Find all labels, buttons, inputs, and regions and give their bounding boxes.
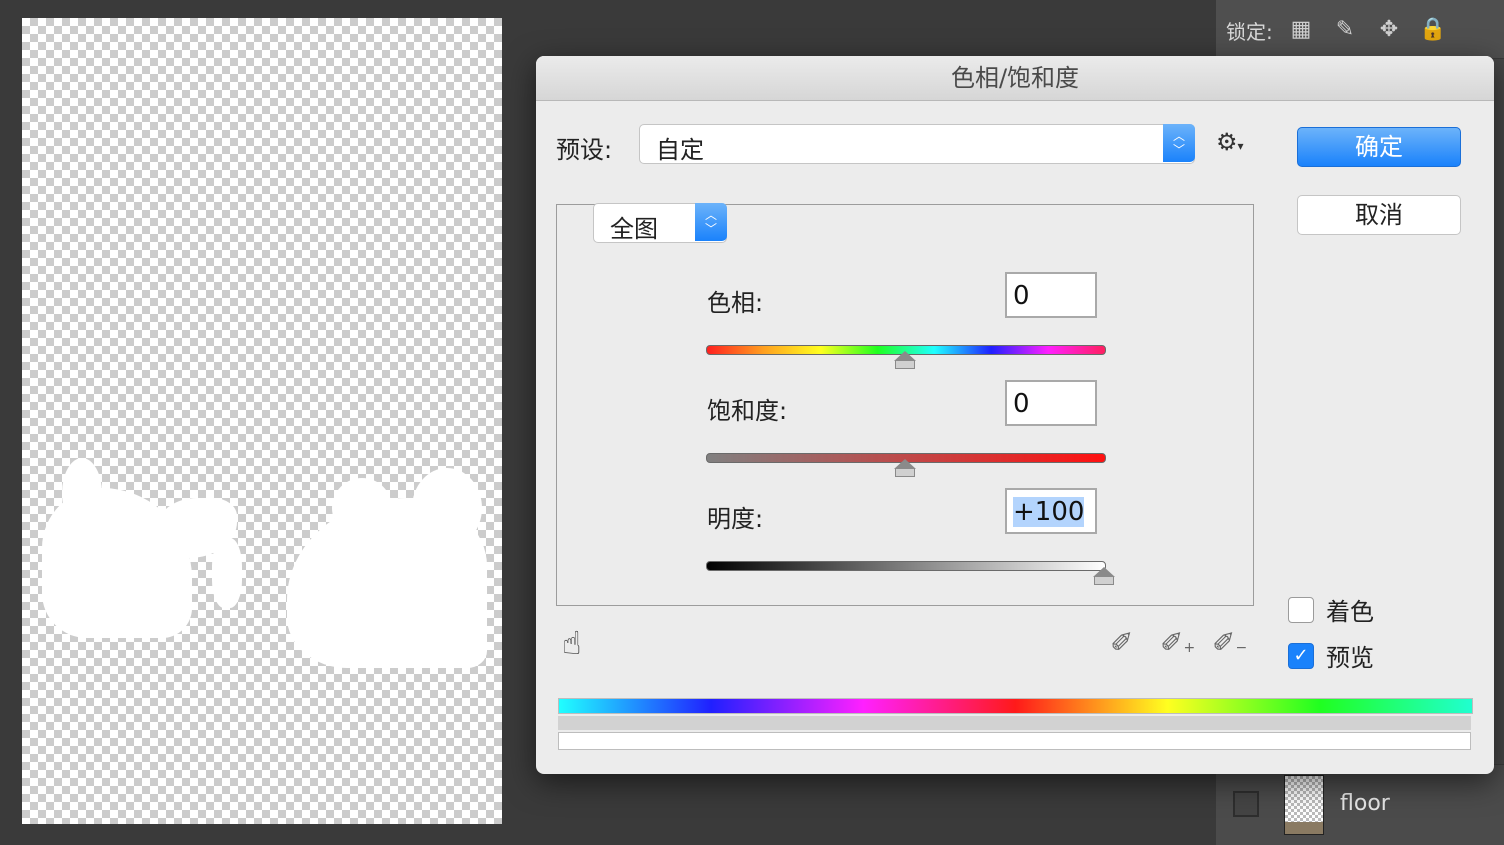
saturation-label: 饱和度: xyxy=(707,397,788,425)
lightness-slider-thumb[interactable] xyxy=(1093,567,1115,585)
channel-value: 全图 xyxy=(610,215,658,243)
channel-stepper-icon: ︿ ﹀ xyxy=(695,203,727,241)
eyedropper-subtract-icon[interactable]: ✐− xyxy=(1212,626,1247,659)
lock-transparency-icon[interactable]: ▦ xyxy=(1286,14,1316,44)
lightness-value: +100 xyxy=(1013,497,1085,527)
eyedropper-add-icon[interactable]: ✐+ xyxy=(1160,626,1195,659)
preset-value: 自定 xyxy=(656,136,704,164)
cancel-button[interactable]: 取消 xyxy=(1297,195,1461,235)
saturation-input[interactable]: 0 xyxy=(1005,380,1097,426)
gear-icon[interactable]: ⚙▾ xyxy=(1216,128,1244,156)
lightness-slider-track[interactable] xyxy=(706,561,1106,571)
image-content xyxy=(62,458,102,528)
hue-saturation-dialog: 色相/饱和度 预设: 自定 ︿ ﹀ ⚙▾ 确定 取消 全图 ︿ ﹀ 色相: 0 饱和… xyxy=(536,56,1494,774)
dialog-title: 色相/饱和度 xyxy=(536,56,1494,101)
hue-input[interactable]: 0 xyxy=(1005,272,1097,318)
hue-slider-thumb[interactable] xyxy=(894,351,916,369)
lightness-input[interactable]: +100 xyxy=(1005,488,1097,534)
preview-row[interactable]: ✓ 预览 xyxy=(1288,638,1374,673)
image-content xyxy=(332,478,392,538)
lock-pixels-icon[interactable]: ✎ xyxy=(1330,14,1360,44)
colorize-label: 着色 xyxy=(1326,598,1374,626)
preview-checkbox[interactable]: ✓ xyxy=(1288,642,1314,669)
targeted-adjustment-hand-icon[interactable]: ☝ xyxy=(562,624,581,662)
channel-select[interactable]: 全图 ︿ ﹀ xyxy=(593,203,727,243)
input-color-bar xyxy=(558,698,1473,714)
eyedropper-icon[interactable]: ✐ xyxy=(1110,626,1133,659)
ok-button[interactable]: 确定 xyxy=(1297,127,1461,167)
adjustment-group: 全图 ︿ ﹀ 色相: 0 饱和度: 0 明度: +100 xyxy=(556,203,1254,606)
preset-label: 预设: xyxy=(556,136,613,164)
layer-visibility-toggle[interactable] xyxy=(1233,791,1259,817)
lock-label: 锁定: xyxy=(1226,20,1273,44)
preset-stepper-icon: ︿ ﹀ xyxy=(1163,124,1195,162)
lock-position-icon[interactable]: ✥ xyxy=(1374,14,1404,44)
layer-name: floor xyxy=(1340,791,1390,816)
document-canvas[interactable] xyxy=(22,18,502,824)
image-content xyxy=(412,468,482,548)
lightness-label: 明度: xyxy=(707,505,764,533)
preset-select[interactable]: 自定 ︿ ﹀ xyxy=(639,124,1195,164)
colorize-row[interactable]: 着色 xyxy=(1288,592,1374,627)
saturation-slider-thumb[interactable] xyxy=(894,459,916,477)
lock-bar: 锁定: ▦ ✎ ✥ 🔒 xyxy=(1216,0,1504,59)
preview-label: 预览 xyxy=(1326,644,1374,672)
image-content xyxy=(212,538,242,608)
output-color-bar xyxy=(558,732,1471,750)
lock-all-icon[interactable]: 🔒 xyxy=(1418,14,1448,44)
colorize-checkbox[interactable] xyxy=(1288,596,1314,623)
range-bar xyxy=(558,716,1471,730)
layer-thumbnail xyxy=(1284,775,1324,835)
layer-row[interactable]: floor xyxy=(1216,764,1504,845)
hue-label: 色相: xyxy=(707,289,764,317)
